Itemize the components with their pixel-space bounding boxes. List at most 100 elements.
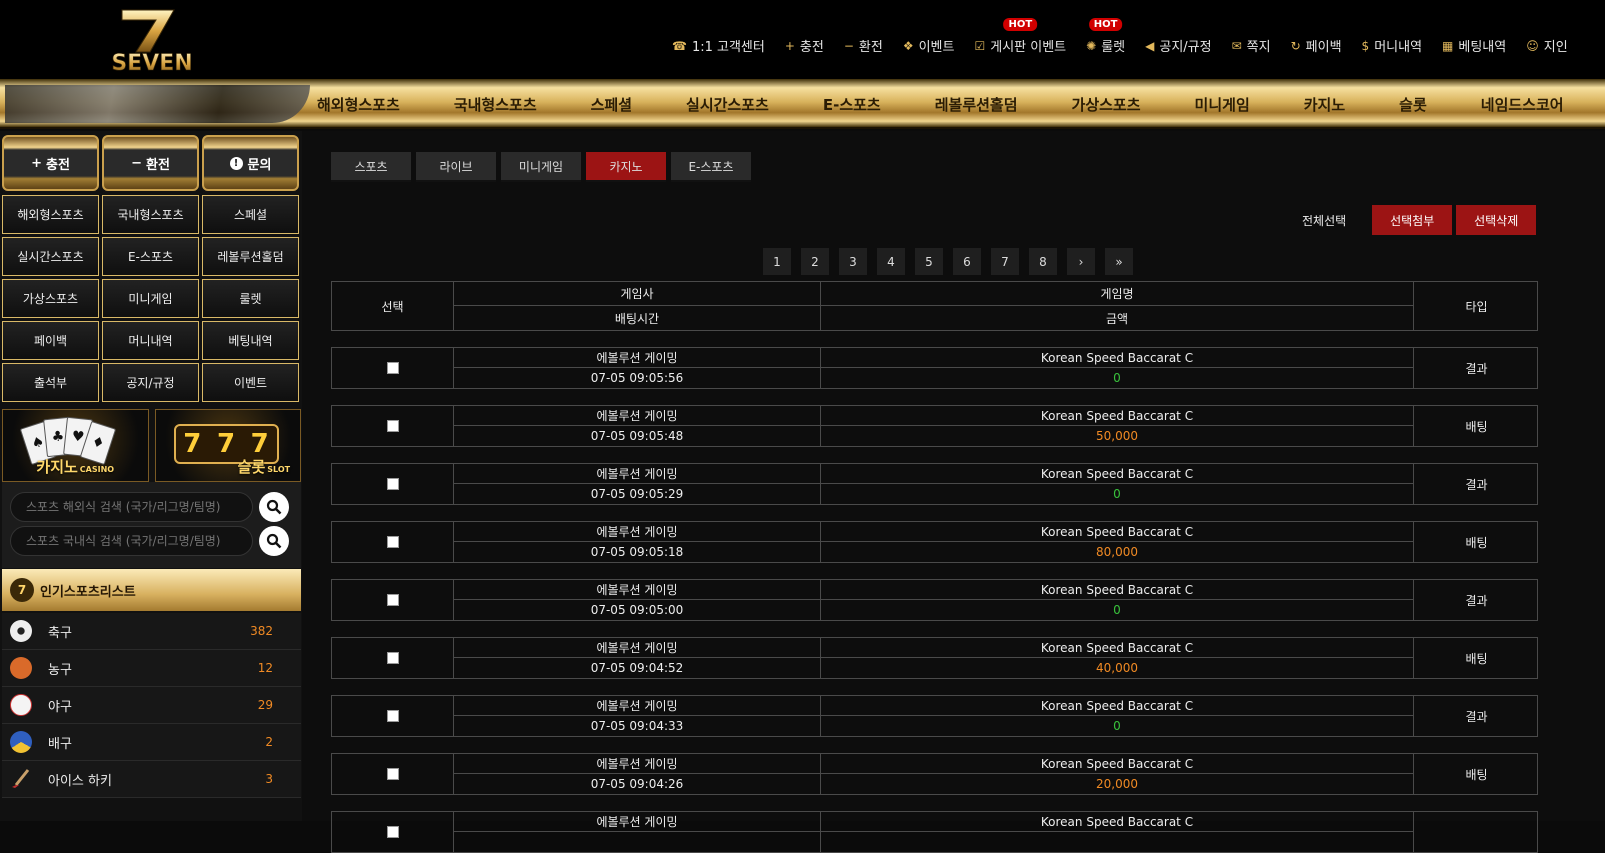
inquiry-button[interactable]: ! 문의 <box>202 135 299 191</box>
row-checkbox[interactable] <box>386 420 399 432</box>
side-menu-item[interactable]: 미니게임 <box>102 279 199 318</box>
slot-banner[interactable]: 777 슬롯 SLOT <box>154 409 301 482</box>
sport-list-item[interactable]: 야구 29 <box>2 687 301 724</box>
top-link[interactable]: − 환전 <box>844 36 883 56</box>
overseas-search-input[interactable] <box>10 492 253 522</box>
charge-button[interactable]: + 충전 <box>2 135 99 191</box>
domestic-search-input[interactable] <box>10 526 253 556</box>
row-checkbox[interactable] <box>386 478 399 490</box>
side-menu-item[interactable]: 이벤트 <box>202 363 299 402</box>
top-link[interactable]: ↻ 페이백 <box>1291 36 1342 56</box>
side-menu-item[interactable]: 룰렛 <box>202 279 299 318</box>
slot-banner-sub: SLOT <box>267 465 291 474</box>
domestic-search-button[interactable] <box>259 526 289 556</box>
sport-list-item[interactable]: 축구 382 <box>2 613 301 650</box>
tab-0[interactable]: 스포츠 <box>331 152 411 182</box>
row-checkbox[interactable] <box>386 710 399 722</box>
last-page-button[interactable]: » <box>1105 248 1133 275</box>
top-link[interactable]: $ 머니내역 <box>1362 36 1422 56</box>
col-game-name: 게임명 <box>821 282 1413 306</box>
row-checkbox[interactable] <box>386 362 399 374</box>
top-link-label: 이벤트 <box>918 40 955 55</box>
main-nav-item[interactable]: 레볼루션홀덤 <box>935 94 1018 115</box>
side-menu-item[interactable]: 베팅내역 <box>202 321 299 360</box>
side-menu-item[interactable]: 국내형스포츠 <box>102 195 199 234</box>
page-button[interactable]: 2 <box>801 248 829 275</box>
page-button[interactable]: 7 <box>991 248 1019 275</box>
top-link[interactable]: ✺ 룰렛 HOT <box>1086 18 1125 55</box>
page-button[interactable]: 5 <box>915 248 943 275</box>
top-link[interactable]: ☺ 지인 <box>1526 36 1567 56</box>
side-menu-item[interactable]: 레볼루션홀덤 <box>202 237 299 276</box>
bet-time: 07-05 09:05:29 <box>590 487 684 501</box>
select-all-link[interactable]: 전체선택 <box>1302 212 1346 229</box>
main-nav-item[interactable]: 가상스포츠 <box>1072 94 1141 115</box>
delete-selected-button[interactable]: 선택삭제 <box>1456 205 1537 235</box>
top-link-label: 환전 <box>858 40 883 55</box>
main-nav-item[interactable]: 해외형스포츠 <box>317 94 400 115</box>
tab-3[interactable]: 카지노 <box>586 152 666 182</box>
row-checkbox[interactable] <box>386 536 399 548</box>
side-menu-item[interactable]: 출석부 <box>2 363 99 402</box>
main-nav-item[interactable]: 미니게임 <box>1195 94 1250 115</box>
row-checkbox[interactable] <box>386 826 399 838</box>
sport-list-item[interactable]: 배구 2 <box>2 724 301 761</box>
top-link[interactable]: ❖ 이벤트 <box>903 36 955 56</box>
bet-time: 07-05 09:04:26 <box>590 777 684 791</box>
side-menu-item[interactable]: 해외형스포츠 <box>2 195 99 234</box>
main-nav-item[interactable]: 스페셜 <box>591 94 632 115</box>
top-link[interactable]: ◀ 공지/규정 <box>1145 36 1211 56</box>
main-nav-item[interactable]: 국내형스포츠 <box>454 94 537 115</box>
attach-selected-button[interactable]: 선택첨부 <box>1372 205 1453 235</box>
row-checkbox[interactable] <box>386 768 399 780</box>
top-links: ☎ 1:1 고객센터 + 충전 − 환전 ❖ 이벤트 ☑ 게시판 이벤트 HOT ✺ 룰렛 HOT ◀ 공지/… <box>672 18 1588 56</box>
page-button[interactable]: 4 <box>877 248 905 275</box>
page-button[interactable]: 8 <box>1029 248 1057 275</box>
top-link[interactable]: ☑ 게시판 이벤트 HOT <box>974 18 1066 55</box>
main-nav-item[interactable]: 슬롯 <box>1399 94 1427 115</box>
top-link[interactable]: ☎ 1:1 고객센터 <box>672 36 765 56</box>
bet-time: 07-05 09:04:52 <box>590 661 684 675</box>
type-cell <box>1414 812 1539 852</box>
top-link[interactable]: ✉ 쪽지 <box>1232 36 1271 56</box>
side-menu-item[interactable]: E-스포츠 <box>102 237 199 276</box>
side-menu-item[interactable]: 실시간스포츠 <box>2 237 99 276</box>
sport-list-item[interactable]: 아이스 하키 3 <box>2 761 301 798</box>
provider-name: 에볼루션 게이밍 <box>454 812 820 832</box>
tab-2[interactable]: 미니게임 <box>501 152 581 182</box>
hockey-stick-icon <box>10 768 32 790</box>
page-button[interactable]: 3 <box>839 248 867 275</box>
tab-4[interactable]: E-스포츠 <box>671 152 751 182</box>
game-name: Korean Speed Baccarat C <box>821 638 1413 658</box>
game-cell: Korean Speed Baccarat C 40,000 <box>821 638 1414 678</box>
top-link[interactable]: + 충전 <box>785 36 824 56</box>
main-nav-item[interactable]: 카지노 <box>1304 94 1345 115</box>
side-menu-item[interactable]: 공지/규정 <box>102 363 199 402</box>
provider-name: 에볼루션 게이밍 <box>454 406 820 426</box>
side-menu-item[interactable]: 가상스포츠 <box>2 279 99 318</box>
page-button[interactable]: 6 <box>953 248 981 275</box>
main-nav-item[interactable]: E-스포츠 <box>823 94 881 115</box>
seven-logo[interactable]: SEVEN <box>92 4 212 76</box>
main-nav-item[interactable]: 네임드스코어 <box>1481 94 1564 115</box>
sport-list-item[interactable]: 농구 12 <box>2 650 301 687</box>
popular-sports-list: 축구 382 농구 12 야구 29 배구 2 아이스 하키 3 <box>2 613 301 798</box>
side-menu-item[interactable]: 머니내역 <box>102 321 199 360</box>
provider-cell: 에볼루션 게이밍 07-05 09:05:48 <box>454 406 821 446</box>
next-page-button[interactable]: › <box>1067 248 1095 275</box>
select-cell <box>332 348 454 388</box>
search-icon <box>266 533 282 549</box>
game-name: Korean Speed Baccarat C <box>821 754 1413 774</box>
casino-banner[interactable]: ♠ ♣ ♥ ♦ 카지노 CASINO <box>2 409 149 482</box>
top-link[interactable]: ▦ 베팅내역 <box>1442 36 1506 56</box>
main-nav-item[interactable]: 실시간스포츠 <box>686 94 769 115</box>
row-checkbox[interactable] <box>386 594 399 606</box>
overseas-search-button[interactable] <box>259 492 289 522</box>
page-button[interactable]: 1 <box>763 248 791 275</box>
side-menu-item[interactable]: 스페셜 <box>202 195 299 234</box>
side-menu-item[interactable]: 페이백 <box>2 321 99 360</box>
tab-1[interactable]: 라이브 <box>416 152 496 182</box>
top-link-label: 1:1 고객센터 <box>691 40 765 55</box>
exchange-button[interactable]: − 환전 <box>102 135 199 191</box>
row-checkbox[interactable] <box>386 652 399 664</box>
